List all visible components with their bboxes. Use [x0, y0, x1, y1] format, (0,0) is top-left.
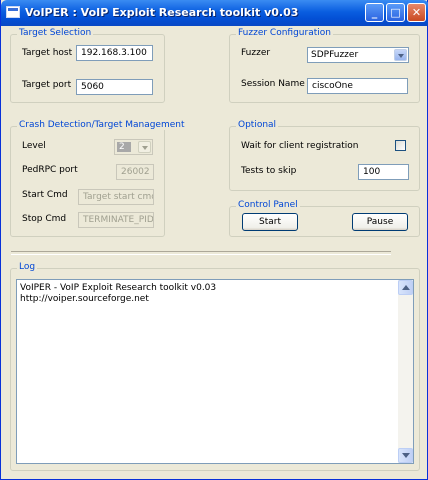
- chevron-down-icon[interactable]: [138, 141, 151, 153]
- log-scrollbar[interactable]: [398, 280, 413, 463]
- crash-detection-title: Crash Detection/Target Management: [17, 120, 187, 130]
- optional-group: Optional: [229, 120, 420, 191]
- app-window-icon: [6, 6, 20, 18]
- chevron-down-icon[interactable]: [394, 49, 407, 61]
- target-host-input[interactable]: 192.168.3.100: [76, 45, 153, 61]
- log-textarea[interactable]: VoIPER - VoIP Exploit Research toolkit v…: [16, 279, 414, 464]
- start-cmd-label: Start Cmd: [22, 190, 68, 200]
- log-line: http://voiper.sourceforge.net: [20, 294, 149, 304]
- title-bar[interactable]: VoIPER : VoIP Exploit Research toolkit v…: [1, 0, 428, 26]
- level-label: Level: [22, 141, 46, 151]
- fuzzer-configuration-title: Fuzzer Configuration: [236, 28, 333, 38]
- log-content: VoIPER - VoIP Exploit Research toolkit v…: [20, 283, 216, 305]
- start-cmd-input[interactable]: Target start cmd: [78, 189, 154, 205]
- wait-registration-checkbox[interactable]: [395, 140, 406, 151]
- pedrpc-port-input[interactable]: 26002: [116, 164, 154, 180]
- window-title: VoIPER : VoIP Exploit Research toolkit v…: [25, 6, 299, 19]
- maximize-button[interactable]: □: [386, 3, 405, 22]
- session-name-label: Session Name: [241, 79, 305, 89]
- fuzzer-select-value: SDPFuzzer: [311, 50, 359, 60]
- log-title: Log: [17, 262, 38, 272]
- session-name-input[interactable]: ciscoOne: [307, 78, 408, 94]
- start-button[interactable]: Start: [242, 213, 298, 231]
- wait-registration-label: Wait for client registration: [241, 141, 359, 151]
- close-button[interactable]: ✕: [407, 3, 426, 22]
- level-select[interactable]: 2: [114, 139, 153, 155]
- fuzzer-label: Fuzzer: [241, 48, 271, 58]
- target-port-label: Target port: [22, 80, 72, 90]
- stop-cmd-input[interactable]: TERMINATE_PID: [78, 212, 154, 228]
- scroll-down-icon[interactable]: [398, 448, 413, 463]
- fuzzer-select[interactable]: SDPFuzzer: [307, 47, 409, 63]
- main-window: VoIPER : VoIP Exploit Research toolkit v…: [0, 0, 428, 480]
- log-line: VoIPER - VoIP Exploit Research toolkit v…: [20, 283, 217, 293]
- control-panel-title: Control Panel: [236, 200, 300, 210]
- target-host-label: Target host: [22, 48, 73, 58]
- scroll-up-icon[interactable]: [398, 280, 413, 295]
- optional-title: Optional: [236, 120, 279, 130]
- level-select-value: 2: [117, 142, 131, 152]
- section-divider: [11, 251, 391, 255]
- tests-to-skip-label: Tests to skip: [241, 166, 297, 176]
- pedrpc-port-label: PedRPC port: [22, 165, 78, 175]
- tests-to-skip-input[interactable]: 100: [358, 164, 409, 180]
- target-port-input[interactable]: 5060: [76, 79, 153, 95]
- stop-cmd-label: Stop Cmd: [22, 214, 67, 224]
- minimize-button[interactable]: _: [365, 3, 384, 22]
- pause-button[interactable]: Pause: [352, 213, 408, 231]
- target-selection-title: Target Selection: [17, 28, 94, 38]
